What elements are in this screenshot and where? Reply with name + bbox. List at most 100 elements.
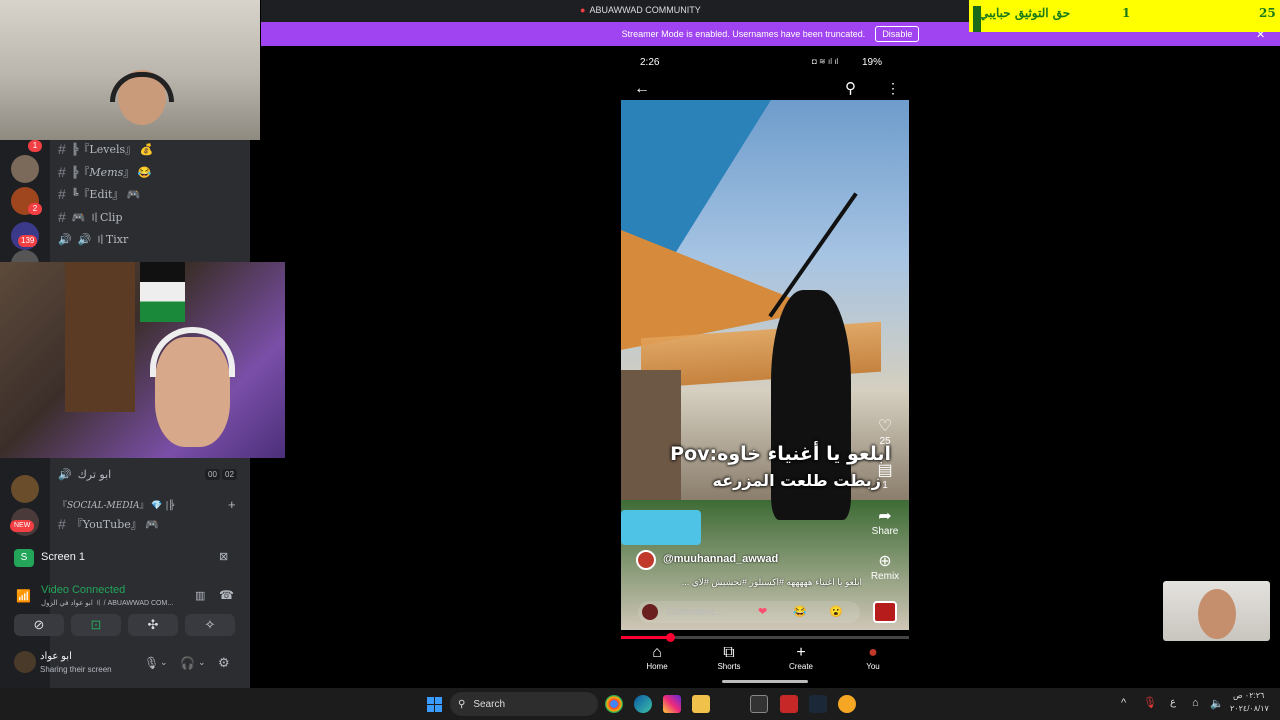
voice-channel-item[interactable]: 🔊 ابو ترك <box>58 464 111 484</box>
like-button[interactable]: ♡ 25 <box>870 416 900 447</box>
server-icon[interactable] <box>11 155 39 183</box>
comments-button[interactable]: ▤ 1 <box>870 460 900 491</box>
category-header[interactable]: 『𝑆𝑂𝐶𝐼𝐴𝐿-𝑀𝐸𝐷𝐼𝐴』 💎 |╠ <box>58 494 174 514</box>
soundboard-icon: ✧ <box>204 617 216 632</box>
signal-icon: 📶 <box>16 589 31 603</box>
headset-icon <box>150 327 235 377</box>
progress-scrubber[interactable] <box>665 633 675 642</box>
hash-icon: # <box>58 209 66 225</box>
voice-location[interactable]: ابو عواد في الزول 〢 / ABUAWWAD COM... <box>41 598 186 608</box>
video-description[interactable]: ابلعو يا اغنياء هههههه #اكسبلور #تحشيش #… <box>634 577 862 588</box>
app-icon[interactable] <box>780 695 798 713</box>
channel-item[interactable]: # 🎮 〢Clip <box>58 207 122 227</box>
user-name: ابو عواد <box>40 651 72 662</box>
noise-suppression-icon[interactable]: ▥ <box>195 589 205 602</box>
short-video[interactable]: ابلعو يا أغنياء خاوه:Pov زبطت طلعت المزر… <box>621 100 909 630</box>
voice-channel-item[interactable]: 🔊 🔊 〢Tixr <box>58 229 128 249</box>
voice-user-limit: 02 <box>222 469 237 480</box>
chevron-down-icon[interactable]: ⌄ <box>160 657 168 668</box>
hash-icon: # <box>58 516 66 532</box>
channel-handle[interactable]: @muuhannad_awwad <box>663 553 778 565</box>
network-icon[interactable]: ⌂ <box>1192 697 1199 709</box>
overlay-banner: حق التوثيق حبايبي 1 25 <box>969 0 1280 32</box>
search-icon[interactable]: ⚲ <box>845 79 856 97</box>
chrome-icon[interactable] <box>605 695 623 713</box>
profile-icon: ● <box>868 644 878 661</box>
channel-avatar[interactable] <box>636 550 656 570</box>
screen-share-button[interactable]: ⊡ <box>71 614 121 636</box>
chevron-up-icon[interactable]: ^ <box>1121 697 1126 709</box>
microphone-tray-icon[interactable]: 🎙 <box>1143 696 1157 709</box>
back-arrow-icon[interactable]: ← <box>634 80 650 98</box>
settings-gear-icon[interactable]: ⚙ <box>218 655 230 671</box>
instagram-icon[interactable] <box>663 695 681 713</box>
window-title: ABUAWWAD COMMUNITY <box>589 5 701 15</box>
sound-thumbnail[interactable] <box>873 601 897 623</box>
plus-icon: + <box>796 644 806 661</box>
disconnect-icon[interactable]: ☎ <box>219 588 234 602</box>
headset-icon <box>110 72 174 102</box>
activities-icon: ✣ <box>147 617 159 632</box>
channel-item[interactable]: # 『YouTube』 🎮 <box>58 514 159 534</box>
microphone-icon[interactable]: 🎙 <box>144 656 159 670</box>
gesture-bar <box>722 680 808 683</box>
avatar[interactable] <box>14 651 36 673</box>
clock-date[interactable]: ٢٠٢٤/٠٨/١٧ <box>1230 704 1269 713</box>
nav-you[interactable]: ● You <box>843 644 903 671</box>
camera-off-icon: ⊘ <box>33 617 45 632</box>
heart-icon: ♡ <box>877 418 893 435</box>
edge-icon[interactable] <box>634 695 652 713</box>
wow-reaction-icon[interactable]: 😮 <box>829 605 843 618</box>
language-indicator[interactable]: ع <box>1170 697 1176 708</box>
shorts-icon: ⧉ <box>723 644 735 661</box>
progress-track[interactable] <box>621 633 909 642</box>
add-channel-icon[interactable]: + <box>228 497 236 512</box>
webcam-feed-middle <box>0 262 285 458</box>
webcam-feed-small <box>1163 581 1270 641</box>
channel-item[interactable]: # ╠『𝑀𝑒𝑚𝑠』 😂 <box>58 162 151 182</box>
search-icon: ⚲ <box>458 698 466 710</box>
streamer-face <box>1198 589 1236 639</box>
popout-icon[interactable]: ⊠ <box>219 550 228 563</box>
video-caption-line2: زبطت طلعت المزرعه <box>712 471 881 490</box>
laugh-reaction-icon[interactable]: 😂 <box>793 605 807 618</box>
chevron-down-icon[interactable]: ⌄ <box>198 657 206 668</box>
clock-time[interactable]: ٠٢:٢٦ ص <box>1233 691 1264 700</box>
share-icon: ➦ <box>878 508 892 525</box>
nav-home[interactable]: ⌂ Home <box>627 644 687 671</box>
file-explorer-icon[interactable] <box>692 695 710 713</box>
server-icon[interactable] <box>11 475 39 503</box>
channel-item[interactable]: # ╠『Levels』 💰 <box>58 139 153 159</box>
door <box>65 262 135 412</box>
speaker-icon: 🔊 <box>58 467 72 481</box>
home-icon: ⌂ <box>652 644 662 661</box>
avatar <box>642 604 658 620</box>
flag <box>140 262 185 322</box>
pool <box>621 510 701 545</box>
screen-share-icon: S <box>14 549 34 567</box>
terminal-icon[interactable] <box>750 695 768 713</box>
headphones-icon[interactable]: 🎧 <box>180 656 195 670</box>
discord-taskbar-icon[interactable] <box>838 695 856 713</box>
disable-button[interactable]: Disable <box>875 26 920 42</box>
windows-start-icon[interactable] <box>427 697 442 712</box>
comment-icon: ▤ <box>877 462 893 479</box>
soundboard-button[interactable]: ✧ <box>185 614 235 636</box>
remix-button[interactable]: ⊕ Remix <box>870 551 900 582</box>
camera-off-button[interactable]: ⊘ <box>14 614 64 636</box>
nav-shorts[interactable]: ⧉ Shorts <box>699 644 759 671</box>
channel-item[interactable]: # ╚『Edit』 🎮 <box>58 184 141 204</box>
comment-input[interactable]: Comment... ❤ 😂 😮 <box>638 601 860 623</box>
steam-icon[interactable] <box>809 695 827 713</box>
more-options-icon[interactable]: ⋮ <box>886 80 900 97</box>
new-badge: NEW <box>10 520 35 532</box>
battery-level: 19% <box>862 57 883 68</box>
heart-reaction-icon[interactable]: ❤ <box>758 605 767 618</box>
activities-button[interactable]: ✣ <box>128 614 178 636</box>
nav-create[interactable]: + Create <box>771 644 831 671</box>
volume-icon[interactable]: 🔈 <box>1210 697 1224 710</box>
taskbar-search[interactable]: ⚲ Search <box>450 692 598 716</box>
progress-fill <box>621 636 670 639</box>
share-button[interactable]: ➦ Share <box>870 506 900 537</box>
comment-placeholder: Comment... <box>666 606 723 618</box>
